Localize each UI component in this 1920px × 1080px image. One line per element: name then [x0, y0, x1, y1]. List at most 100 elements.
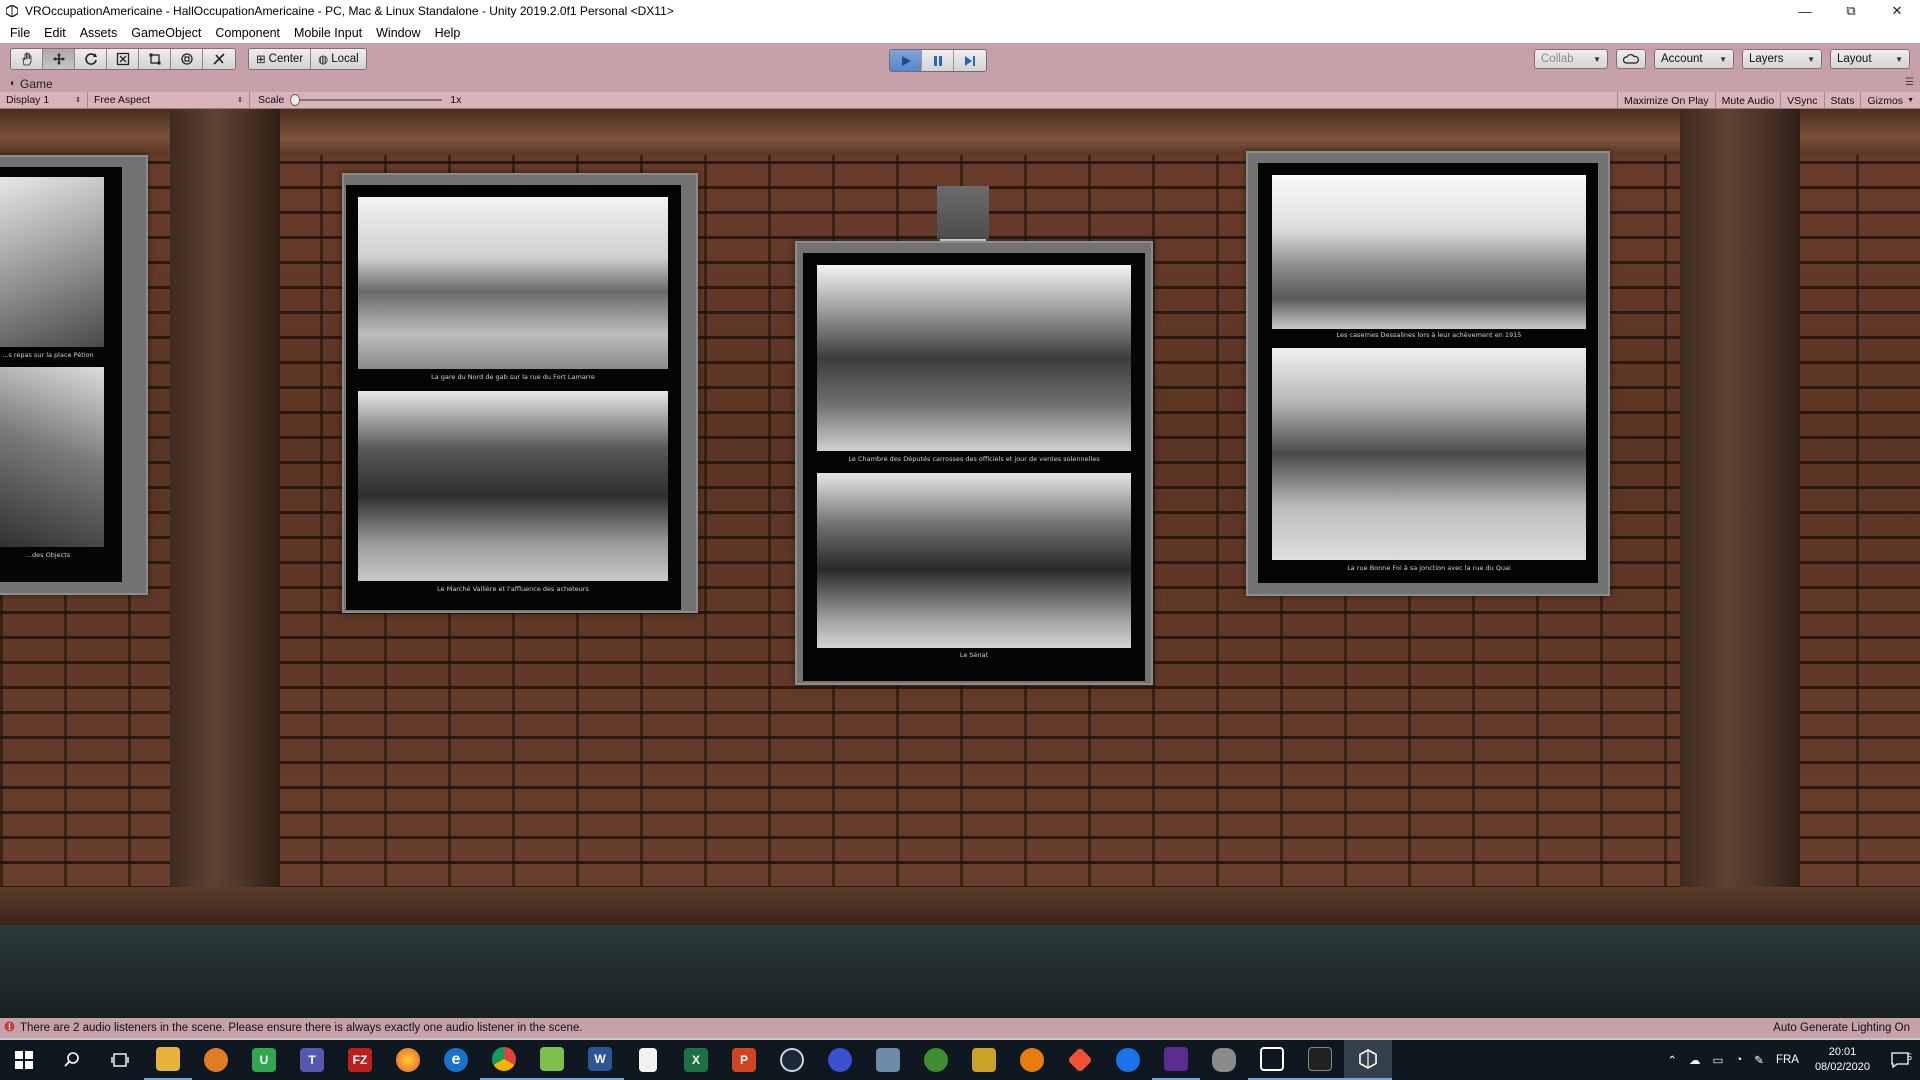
edge-icon[interactable]: e — [432, 1040, 480, 1080]
stats-toggle[interactable]: Stats — [1823, 92, 1861, 109]
menu-assets[interactable]: Assets — [73, 26, 125, 40]
maps-icon[interactable] — [1104, 1040, 1152, 1080]
start-icon[interactable] — [0, 1040, 48, 1080]
scale-tool-icon[interactable] — [107, 49, 139, 69]
git-icon[interactable] — [1056, 1040, 1104, 1080]
pivot-local-button[interactable]: ◍ Local — [311, 49, 366, 69]
chevron-up-icon[interactable]: ⌃ — [1661, 1053, 1683, 1067]
close-button[interactable]: ✕ — [1874, 0, 1920, 22]
app-fox-icon[interactable] — [192, 1040, 240, 1080]
game-view-options: Maximize On Play Mute Audio VSync Stats … — [1617, 92, 1920, 109]
clock[interactable]: 20:01 08/02/2020 — [1805, 1045, 1880, 1075]
move-tool-icon[interactable] — [43, 49, 75, 69]
cloud-icon[interactable] — [1616, 49, 1646, 69]
photo-caption: Le Marché Vallière et l'affluence des ac… — [437, 585, 589, 593]
word-glyph: W — [588, 1047, 612, 1071]
play-controls — [889, 49, 987, 72]
steam-icon[interactable] — [768, 1040, 816, 1080]
monitor-glyph — [876, 1048, 900, 1072]
custom-tool-icon[interactable] — [203, 49, 235, 69]
database-icon[interactable] — [1200, 1040, 1248, 1080]
menu-file[interactable]: File — [3, 26, 37, 40]
menu-gameobject[interactable]: GameObject — [124, 26, 208, 40]
clapper-icon[interactable] — [960, 1040, 1008, 1080]
status-message[interactable]: There are 2 audio listeners in the scene… — [20, 1022, 583, 1034]
tab-options-icon[interactable]: ☰ — [1905, 77, 1914, 88]
maximize-on-play-toggle[interactable]: Maximize On Play — [1617, 92, 1715, 109]
scale-slider[interactable] — [290, 94, 443, 106]
game-viewport[interactable]: ...s repas sur la place Pétion ...des Ob… — [0, 109, 1920, 1018]
pen-icon[interactable]: ✎ — [1748, 1053, 1770, 1067]
monitor-icon[interactable] — [864, 1040, 912, 1080]
windows-taskbar: U T FZ e W X P ⌃ ☁ ▭ ◔ ✎ FRA 20:01 08/02… — [0, 1040, 1920, 1080]
terminal-icon[interactable] — [1296, 1040, 1344, 1080]
search-icon[interactable] — [48, 1040, 96, 1080]
display-dropdown[interactable]: Display 1 ⇕ — [0, 91, 88, 109]
floor — [0, 925, 1920, 1018]
minimize-button[interactable]: — — [1782, 0, 1828, 22]
mute-audio-toggle[interactable]: Mute Audio — [1714, 92, 1781, 109]
excel-icon[interactable]: X — [672, 1040, 720, 1080]
tab-game[interactable]: ◐ Game — [0, 77, 53, 91]
chrome-icon[interactable] — [480, 1040, 528, 1080]
aspect-dropdown[interactable]: Free Aspect ⇕ — [88, 91, 250, 109]
blender-icon[interactable] — [1008, 1040, 1056, 1080]
rotate-tool-icon[interactable] — [75, 49, 107, 69]
app-u-glyph: U — [252, 1048, 276, 1072]
unity-icon[interactable] — [1344, 1040, 1392, 1080]
chevron-updown-icon: ⇕ — [237, 97, 243, 104]
menu-window[interactable]: Window — [369, 26, 427, 40]
vsync-toggle[interactable]: VSync — [1780, 92, 1823, 109]
globe-icon: ◍ — [318, 54, 329, 66]
unity-hub-icon[interactable] — [1248, 1040, 1296, 1080]
menu-help[interactable]: Help — [428, 26, 468, 40]
pause-button[interactable] — [922, 50, 954, 71]
account-dropdown[interactable]: Account ▼ — [1654, 49, 1734, 69]
gizmos-dropdown[interactable]: Gizmos ▼ — [1860, 92, 1920, 109]
file-explorer-glyph — [156, 1047, 180, 1071]
notepad-plus-icon[interactable] — [528, 1040, 576, 1080]
historic-photo-chamber-of-deputies — [817, 265, 1131, 451]
task-view-icon[interactable] — [96, 1040, 144, 1080]
menu-edit[interactable]: Edit — [37, 26, 73, 40]
hand-tool-icon[interactable] — [11, 49, 43, 69]
word-icon[interactable]: W — [576, 1040, 624, 1080]
firefox-icon[interactable] — [384, 1040, 432, 1080]
maximize-button[interactable]: ⧉ — [1828, 0, 1874, 22]
menu-mobile-input[interactable]: Mobile Input — [287, 26, 369, 40]
file-icon[interactable] — [624, 1040, 672, 1080]
app-u-icon[interactable]: U — [240, 1040, 288, 1080]
pivot-center-icon: ⊞ — [256, 54, 266, 66]
excel-glyph: X — [684, 1048, 708, 1072]
collab-dropdown[interactable]: Collab ▼ — [1534, 49, 1608, 69]
wifi-icon[interactable]: ◔ — [1729, 1054, 1748, 1066]
layers-dropdown[interactable]: Layers ▼ — [1742, 49, 1822, 69]
language-indicator[interactable]: FRA — [1770, 1054, 1805, 1066]
battery-icon[interactable]: ▭ — [1706, 1053, 1729, 1067]
photo-board-1: La gare du Nord de gab sur la rue du For… — [346, 185, 681, 610]
tab-game-label: Game — [20, 76, 53, 91]
transform-tool-icon[interactable] — [171, 49, 203, 69]
step-button[interactable] — [954, 50, 986, 71]
photo-caption: La gare du Nord de gab sur la rue du For… — [431, 373, 595, 381]
visual-studio-icon[interactable] — [1152, 1040, 1200, 1080]
terminal-glyph — [1308, 1047, 1332, 1071]
pivot-center-button[interactable]: ⊞ Center — [249, 49, 312, 69]
powerpoint-icon[interactable]: P — [720, 1040, 768, 1080]
cloud-sync-icon[interactable]: ☁ — [1683, 1053, 1707, 1067]
play-button[interactable] — [890, 50, 922, 71]
layout-dropdown[interactable]: Layout ▼ — [1830, 49, 1910, 69]
lighting-status[interactable]: Auto Generate Lighting On — [1773, 1022, 1910, 1034]
scale-slider-thumb[interactable] — [290, 94, 301, 106]
wooden-pillar-left — [170, 109, 280, 949]
file-explorer-icon[interactable] — [144, 1040, 192, 1080]
blender-glyph — [1020, 1048, 1044, 1072]
oculus-icon[interactable] — [816, 1040, 864, 1080]
teams-icon[interactable]: T — [288, 1040, 336, 1080]
notification-center-icon[interactable]: 5 — [1880, 1052, 1920, 1068]
rect-tool-icon[interactable] — [139, 49, 171, 69]
menu-component[interactable]: Component — [208, 26, 287, 40]
xbox-icon[interactable] — [912, 1040, 960, 1080]
chevron-down-icon: ▼ — [1907, 97, 1914, 104]
filezilla-icon[interactable]: FZ — [336, 1040, 384, 1080]
